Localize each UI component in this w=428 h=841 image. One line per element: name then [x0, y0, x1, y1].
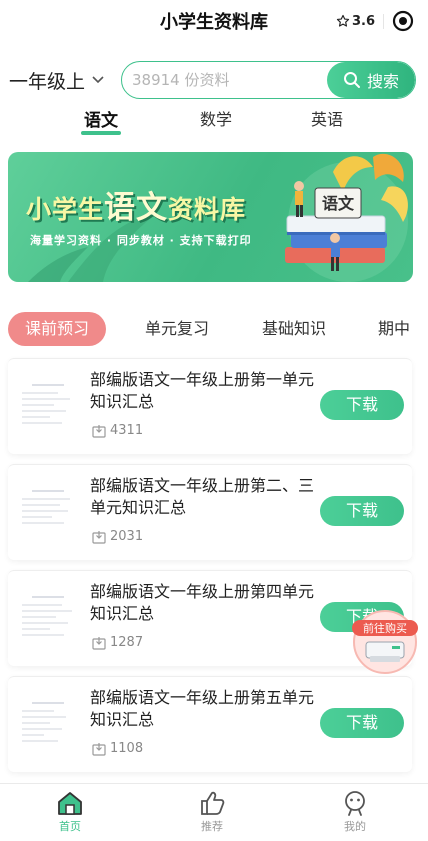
- document-title: 部编版语文一年级上册第二、三单元知识汇总: [90, 476, 315, 517]
- search-box: 搜索: [121, 61, 416, 99]
- download-count-value: 1287: [110, 635, 144, 650]
- active-tab-indicator: [81, 131, 121, 135]
- books-illustration: 语文: [285, 153, 408, 271]
- tab-chinese[interactable]: 语文: [81, 106, 121, 135]
- document-title: 部编版语文一年级上册第五单元知识汇总: [90, 688, 315, 729]
- document-thumbnail: [14, 695, 82, 757]
- banner-title-part2: 资料库: [168, 195, 247, 224]
- list-item[interactable]: 部编版语文一年级上册第二、三单元知识汇总 2031 下载: [8, 464, 412, 560]
- home-icon: [58, 792, 82, 815]
- top-bar: 小学生资料库 3.6: [0, 0, 428, 42]
- subject-tabs: 语文 数学 英语: [0, 106, 428, 136]
- tab-label: 数学: [199, 110, 232, 129]
- download-count: 2031: [92, 529, 143, 544]
- bottom-navigation: 首页 推荐 我的: [0, 783, 428, 841]
- nav-profile[interactable]: 我的: [325, 790, 385, 834]
- nav-recommend[interactable]: 推荐: [182, 790, 242, 834]
- category-tabs: 课前预习 单元复习 基础知识 期中: [0, 312, 428, 346]
- book-cover-label: 语文: [322, 194, 355, 213]
- grade-label: 一年级上: [9, 70, 86, 93]
- download-icon: [92, 742, 106, 756]
- tab-basic-knowledge[interactable]: 基础知识: [262, 312, 326, 346]
- nav-home[interactable]: 首页: [40, 790, 100, 834]
- download-count-value: 4311: [110, 423, 144, 438]
- list-item[interactable]: 部编版语文一年级上册第五单元知识汇总 1108 下载: [8, 676, 412, 772]
- document-title: 部编版语文一年级上册第四单元知识汇总: [90, 582, 315, 623]
- rating-button[interactable]: 3.6: [336, 13, 384, 29]
- rating-value: 3.6: [351, 13, 375, 29]
- download-button[interactable]: 下载: [320, 496, 404, 526]
- banner-title: 小学生语文资料库: [26, 182, 246, 227]
- tab-label: 英语: [310, 110, 343, 129]
- document-thumbnail: [14, 483, 82, 545]
- download-button[interactable]: 下载: [320, 390, 404, 420]
- download-button[interactable]: 下载: [320, 708, 404, 738]
- list-item[interactable]: 部编版语文一年级上册第一单元知识汇总 4311 下载: [8, 358, 412, 454]
- download-icon: [92, 636, 106, 650]
- target-icon: [392, 10, 414, 32]
- download-count-value: 1108: [110, 741, 144, 756]
- printer-icon: [365, 641, 405, 662]
- search-icon: [343, 72, 360, 88]
- document-thumbnail: [14, 589, 82, 651]
- chevron-down-icon: [92, 76, 104, 84]
- search-input[interactable]: [132, 62, 322, 98]
- tab-unit-review[interactable]: 单元复习: [145, 312, 209, 346]
- banner-subtitle: 海量学习资料 · 同步教材 · 支持下载打印: [30, 234, 252, 247]
- tab-label: 语文: [84, 111, 118, 131]
- download-count: 1108: [92, 741, 143, 756]
- grade-selector[interactable]: 一年级上: [9, 67, 105, 93]
- go-buy-label: 前往购买: [363, 621, 407, 635]
- banner-title-highlight: 语文: [104, 190, 169, 226]
- go-buy-float-button[interactable]: 前往购买: [350, 608, 420, 676]
- download-icon: [92, 424, 106, 438]
- document-title: 部编版语文一年级上册第一单元知识汇总: [90, 370, 315, 411]
- banner-title-part1: 小学生: [26, 195, 105, 224]
- nav-label: 首页: [59, 820, 81, 833]
- thumbs-up-icon: [201, 791, 225, 815]
- tab-math[interactable]: 数学: [198, 106, 234, 130]
- download-count: 4311: [92, 423, 143, 438]
- nav-label: 我的: [344, 820, 366, 833]
- promo-banner[interactable]: 小学生语文资料库 海量学习资料 · 同步教材 · 支持下载打印 语文: [8, 152, 413, 282]
- nav-label: 推荐: [201, 820, 223, 833]
- download-count-value: 2031: [110, 529, 144, 544]
- tab-preview[interactable]: 课前预习: [8, 312, 107, 346]
- user-icon: [345, 791, 365, 816]
- mini-program-capsule: 3.6: [336, 6, 416, 36]
- download-icon: [92, 530, 106, 544]
- tab-english[interactable]: 英语: [309, 106, 345, 130]
- tab-midterm[interactable]: 期中: [378, 312, 410, 346]
- search-button[interactable]: 搜索: [327, 62, 415, 98]
- document-thumbnail: [14, 377, 82, 439]
- download-count: 1287: [92, 635, 143, 650]
- search-button-label: 搜索: [366, 72, 399, 91]
- close-miniprogram-button[interactable]: [390, 8, 416, 34]
- star-icon: [336, 14, 350, 27]
